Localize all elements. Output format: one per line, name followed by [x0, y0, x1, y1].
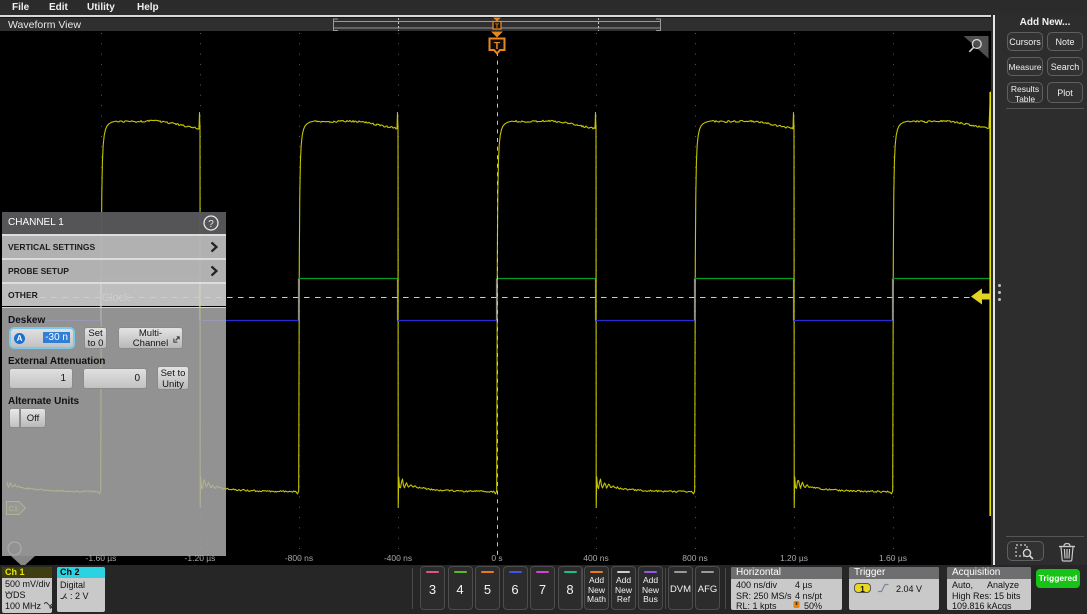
- svg-text:1.60 µs: 1.60 µs: [879, 553, 907, 563]
- svg-text:0 s: 0 s: [491, 553, 502, 563]
- svg-text:-800 ns: -800 ns: [285, 553, 313, 563]
- svg-text:400 ns: 400 ns: [583, 553, 609, 563]
- svg-text:?: ?: [208, 219, 214, 230]
- svg-text:-400 ns: -400 ns: [384, 553, 412, 563]
- svg-text:Waveform View: Waveform View: [8, 19, 81, 31]
- svg-text:800 ns: 800 ns: [682, 553, 708, 563]
- svg-text:1.20 µs: 1.20 µs: [780, 553, 808, 563]
- svg-text:T: T: [494, 40, 501, 52]
- svg-text:T: T: [495, 23, 499, 30]
